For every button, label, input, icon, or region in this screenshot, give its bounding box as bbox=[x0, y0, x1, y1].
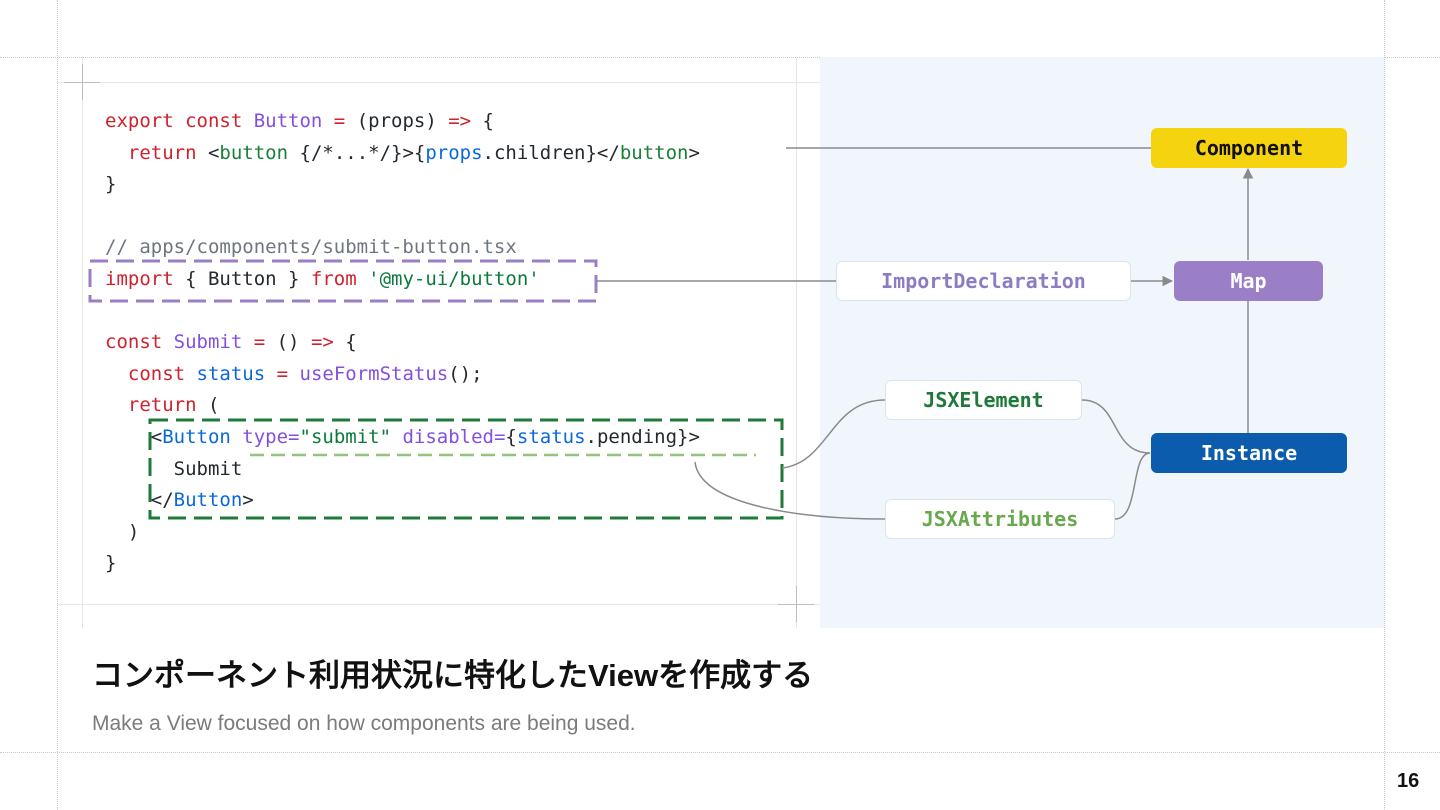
code-line: import { Button } from '@my-ui/button' bbox=[105, 264, 700, 296]
code-token: => bbox=[448, 110, 472, 132]
map-node-label: Map bbox=[1230, 269, 1267, 293]
component-node: Component bbox=[1151, 128, 1347, 168]
code-token: disabled= bbox=[402, 425, 506, 448]
code-token: } bbox=[105, 173, 117, 196]
code-token: return bbox=[127, 394, 197, 417]
code-line: Submit bbox=[105, 454, 700, 486]
import-declaration-node-label: ImportDeclaration bbox=[881, 269, 1086, 293]
slide-title: コンポーネント利用状況に特化したViewを作成する bbox=[92, 658, 814, 693]
jsx-element-node: JSXElement bbox=[885, 380, 1082, 420]
code-token: type= bbox=[242, 425, 300, 448]
code-line: // apps/components/submit-button.tsx bbox=[105, 232, 700, 264]
code-token: export const bbox=[105, 110, 254, 132]
code-token: .children}</ bbox=[482, 141, 620, 164]
code-token: Submit bbox=[105, 457, 243, 480]
code-token: status bbox=[516, 425, 586, 448]
code-frame-right bbox=[796, 57, 797, 628]
code-token: import bbox=[105, 267, 174, 290]
code-token: > bbox=[688, 141, 700, 164]
crosshair-top-left-v bbox=[82, 64, 83, 100]
code-line: const status = useFormStatus(); bbox=[105, 359, 700, 391]
code-token: useFormStatus bbox=[299, 362, 449, 385]
code-token: { bbox=[333, 331, 357, 354]
code-line: const Submit = () => { bbox=[105, 327, 700, 359]
code-block: export const Button = (props) => { retur… bbox=[105, 106, 700, 580]
code-token: '@my-ui/button' bbox=[356, 267, 540, 290]
map-node: Map bbox=[1174, 261, 1323, 301]
code-line: </Button> bbox=[105, 485, 700, 517]
code-token: const bbox=[105, 331, 174, 354]
code-token: return bbox=[127, 141, 197, 164]
jsx-element-node-label: JSXElement bbox=[923, 388, 1044, 412]
code-token: => bbox=[310, 331, 334, 354]
instance-node: Instance bbox=[1151, 433, 1347, 473]
code-token: // apps/components/submit-button.tsx bbox=[105, 236, 517, 259]
code-token: () bbox=[276, 331, 311, 354]
code-token: Button bbox=[253, 110, 323, 132]
component-node-label: Component bbox=[1194, 136, 1304, 160]
code-line: return ( bbox=[105, 390, 700, 422]
code-token: { Button } bbox=[173, 267, 311, 290]
jsx-attributes-node-label: JSXAttributes bbox=[921, 507, 1079, 531]
code-line: } bbox=[105, 548, 700, 580]
code-line: export const Button = (props) => { bbox=[105, 106, 700, 138]
code-token: from bbox=[310, 267, 357, 290]
code-frame-top bbox=[57, 82, 820, 83]
guide-line-bottom bbox=[0, 752, 1440, 753]
code-line: return <button {/*...*/}>{props.children… bbox=[105, 138, 700, 170]
code-token: ) bbox=[105, 520, 140, 543]
code-frame-bottom bbox=[57, 604, 820, 605]
code-token: > bbox=[242, 489, 254, 512]
code-token: { bbox=[505, 425, 517, 448]
code-token: Submit bbox=[173, 331, 243, 354]
code-token: (props) bbox=[356, 110, 449, 132]
code-token: Button bbox=[173, 489, 243, 512]
code-token: .pending}> bbox=[585, 425, 700, 448]
code-token: = bbox=[265, 362, 300, 385]
code-token: {/*...*/}>{ bbox=[288, 141, 426, 164]
page-number: 16 bbox=[1397, 770, 1420, 792]
code-token: props bbox=[425, 141, 483, 164]
instance-node-label: Instance bbox=[1200, 441, 1298, 465]
code-token: (); bbox=[448, 362, 483, 385]
crosshair-bottom-right-v bbox=[796, 586, 797, 622]
slide-subtitle: Make a View focused on how components ar… bbox=[92, 712, 636, 735]
import-declaration-node: ImportDeclaration bbox=[836, 261, 1131, 301]
code-token: const bbox=[127, 362, 197, 385]
jsx-attributes-node: JSXAttributes bbox=[885, 499, 1115, 539]
code-token: "submit" bbox=[299, 425, 392, 448]
code-line: } bbox=[105, 169, 700, 201]
code-line: <Button type="submit" disabled={status.p… bbox=[105, 422, 700, 454]
code-token: ( bbox=[196, 394, 220, 417]
code-line: ) bbox=[105, 517, 700, 549]
code-token: button bbox=[219, 141, 289, 164]
code-token: = bbox=[322, 110, 357, 132]
code-token: = bbox=[242, 331, 277, 354]
code-token: Button bbox=[162, 425, 231, 448]
code-frame-left bbox=[82, 57, 83, 628]
code-token: status bbox=[196, 362, 266, 385]
code-token: } bbox=[105, 552, 117, 575]
code-token: button bbox=[619, 141, 689, 164]
code-token: < bbox=[196, 141, 220, 164]
code-token: { bbox=[471, 110, 494, 132]
code-token: </ bbox=[105, 489, 174, 512]
code-token: < bbox=[105, 425, 163, 448]
guide-line-right bbox=[1384, 0, 1385, 810]
